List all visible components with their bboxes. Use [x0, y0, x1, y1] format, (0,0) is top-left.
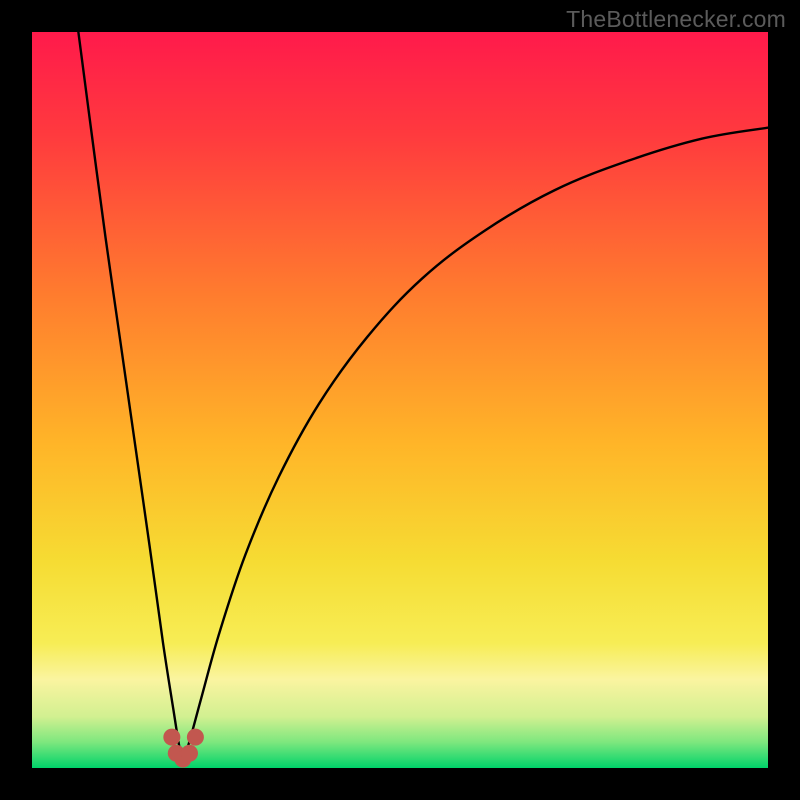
attribution-watermark: TheBottlenecker.com [566, 6, 786, 33]
plot-area [32, 32, 768, 768]
valley-marker-dot [163, 729, 180, 746]
outer-frame: TheBottlenecker.com [0, 0, 800, 800]
valley-marker-dot [181, 745, 198, 762]
valley-marker-dot [187, 729, 204, 746]
bottleneck-chart [32, 32, 768, 768]
gradient-background [32, 32, 768, 768]
